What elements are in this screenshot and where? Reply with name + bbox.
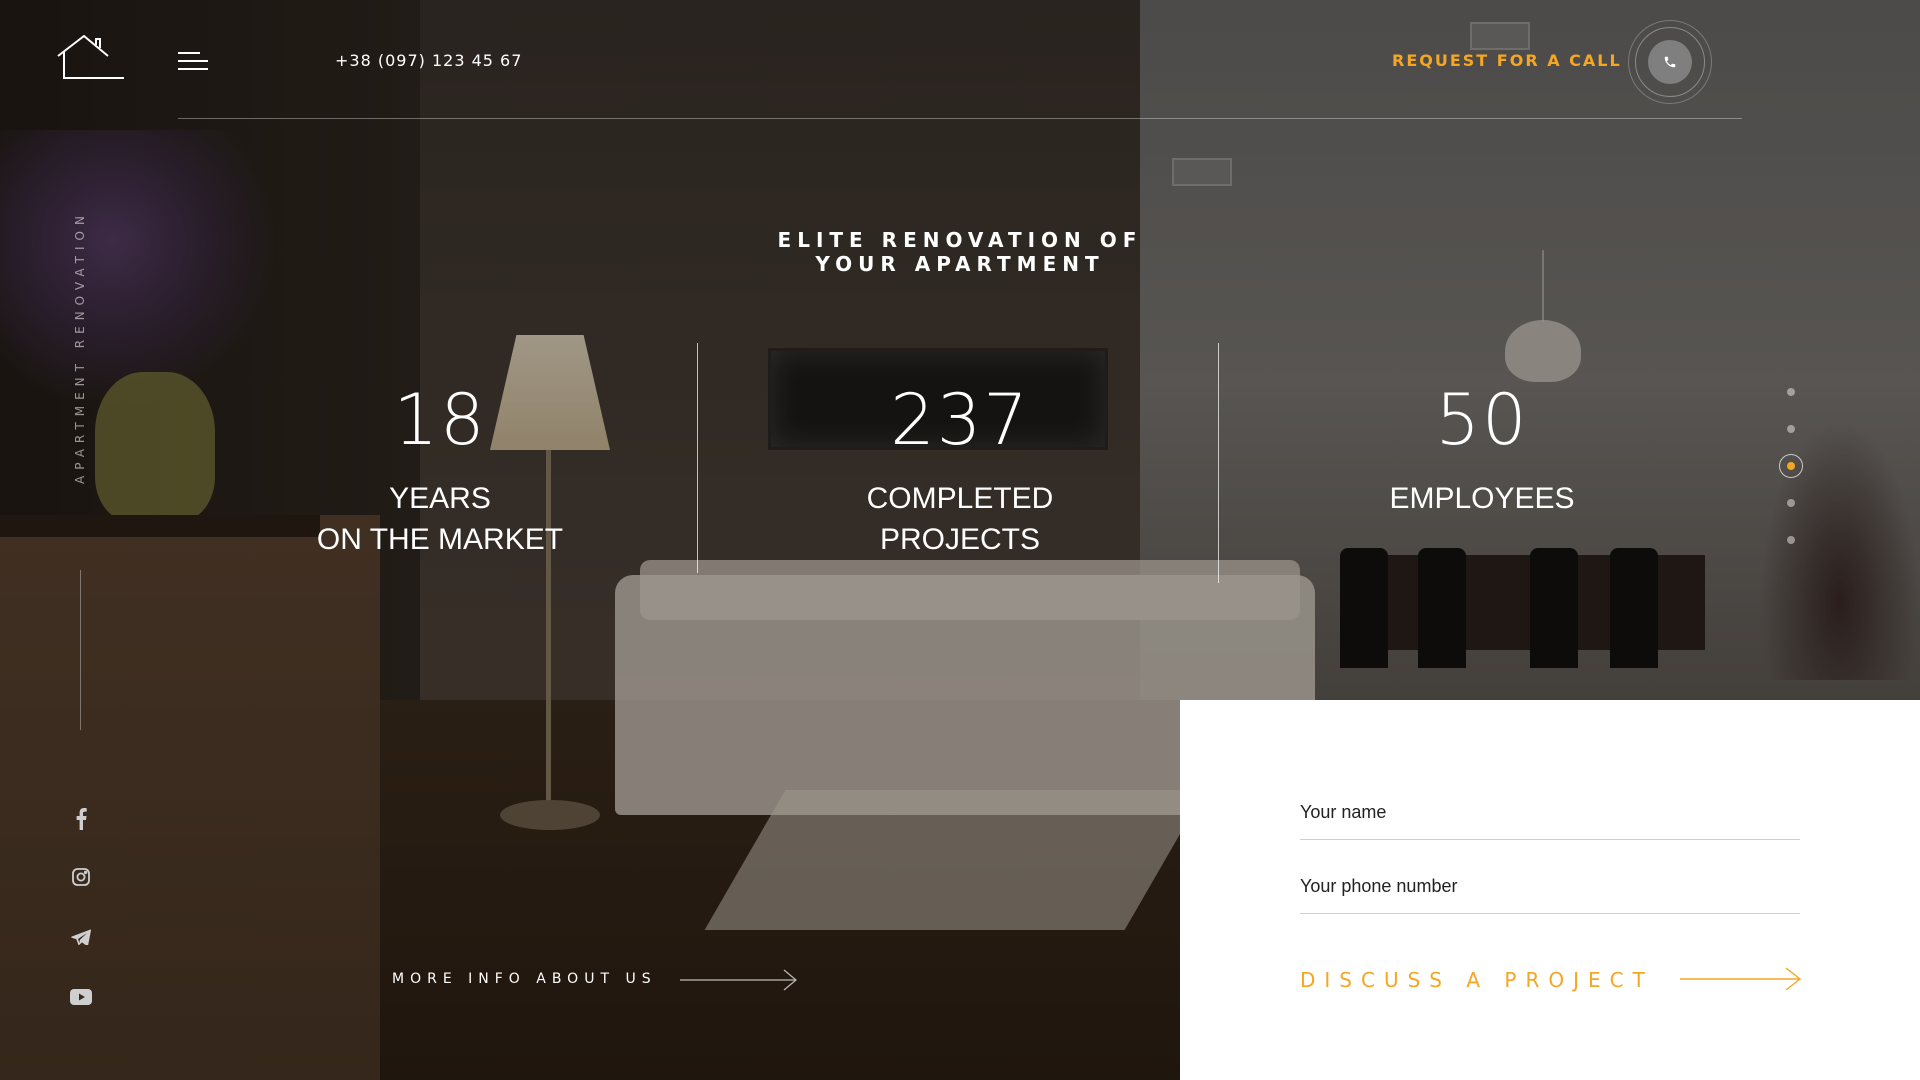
hero-title: ELITE RENOVATION OF YOUR APARTMENT: [777, 228, 1143, 276]
stat-label-line1: COMPLETED: [866, 482, 1054, 515]
slider-dot-1[interactable]: [1787, 388, 1795, 396]
name-input[interactable]: [1300, 786, 1800, 839]
discuss-project-button[interactable]: DISCUSS A PROJECT: [1300, 968, 1654, 992]
contact-form: DISCUSS A PROJECT: [1180, 700, 1920, 1080]
phone-icon: [1648, 40, 1692, 84]
phone-field-wrap: [1300, 860, 1800, 914]
stat-label-line1: EMPLOYEES: [1389, 482, 1575, 515]
name-field-wrap: [1300, 786, 1800, 840]
stat-years: 18 YEARS ON THE MARKET: [300, 380, 580, 560]
stat-label-line2: PROJECTS: [879, 523, 1041, 556]
slider-dot-3-active[interactable]: [1779, 454, 1803, 478]
instagram-icon[interactable]: [68, 864, 94, 890]
youtube-icon[interactable]: [68, 984, 94, 1010]
stat-number: 50: [1435, 379, 1529, 461]
request-call-link[interactable]: REQUEST FOR A CALL: [1392, 51, 1622, 70]
phone-input[interactable]: [1300, 860, 1800, 913]
telegram-icon[interactable]: [68, 924, 94, 950]
stat-employees: 50 EMPLOYEES: [1342, 380, 1622, 519]
vertical-section-label: APARTMENT RENOVATION: [73, 210, 87, 484]
stat-label-line2: ON THE MARKET: [316, 523, 564, 556]
stat-label-line1: YEARS: [389, 482, 491, 515]
rail-divider: [80, 570, 81, 730]
arrow-right-icon[interactable]: [1680, 966, 1804, 996]
header-divider: [178, 118, 1742, 119]
stat-divider: [697, 343, 698, 573]
slider-dot-4[interactable]: [1787, 499, 1795, 507]
stat-projects: 237 COMPLETED PROJECTS: [820, 380, 1100, 560]
arrow-right-icon[interactable]: [680, 968, 800, 996]
facebook-icon[interactable]: [68, 806, 94, 832]
header-phone[interactable]: +38 (097) 123 45 67: [335, 51, 522, 70]
stat-number: 237: [890, 379, 1030, 461]
stat-divider: [1218, 343, 1219, 583]
slider-dot-2[interactable]: [1787, 425, 1795, 433]
house-logo-icon[interactable]: [56, 34, 126, 80]
stat-number: 18: [393, 379, 487, 461]
more-info-link[interactable]: MORE INFO ABOUT US: [392, 971, 657, 987]
menu-icon[interactable]: [178, 52, 208, 72]
slider-dot-5[interactable]: [1787, 536, 1795, 544]
call-button[interactable]: [1628, 20, 1712, 104]
